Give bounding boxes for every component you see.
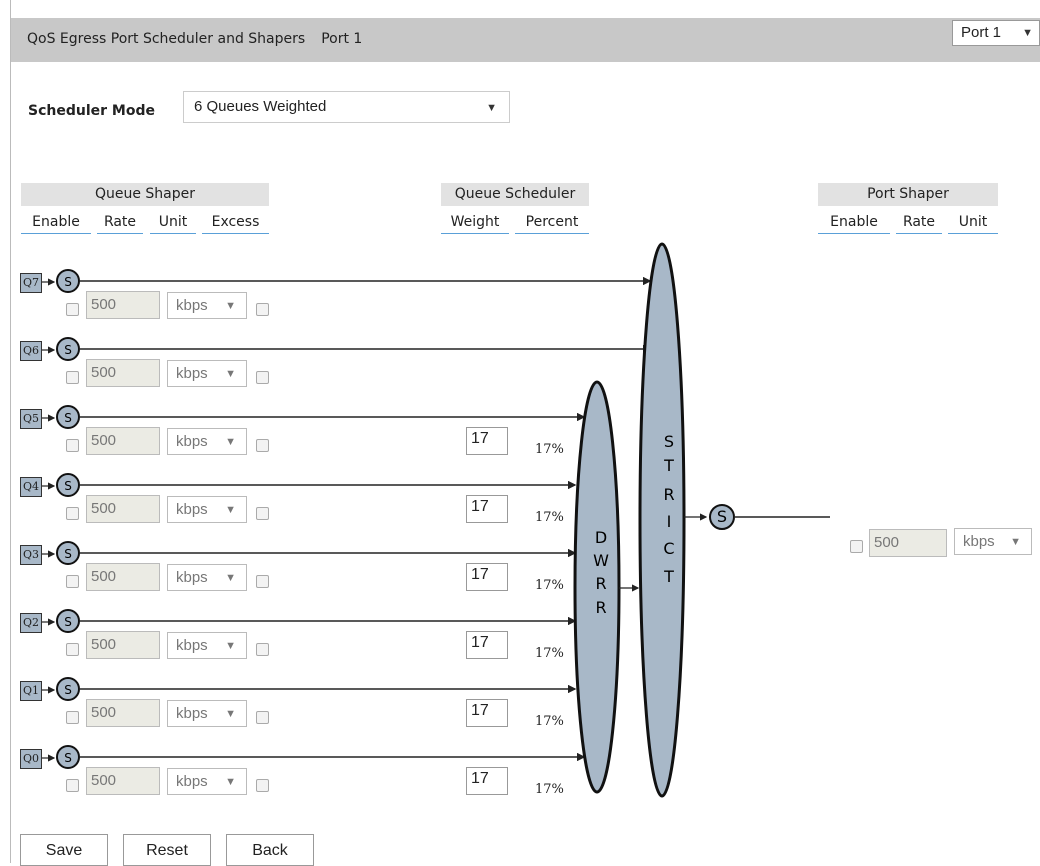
dwrr-letter: R: [595, 574, 606, 593]
queue-percent: 17%: [535, 578, 564, 593]
queue-shaper-unit-select[interactable]: kbps ▼: [167, 768, 247, 795]
port-shaper-enable-checkbox[interactable]: [850, 540, 863, 553]
queue-shaper-symbol: S: [64, 411, 72, 425]
chevron-down-icon: ▼: [225, 708, 236, 720]
queue-weight-input[interactable]: 17: [466, 427, 508, 455]
queue-shaper-enable-checkbox[interactable]: [66, 711, 79, 724]
queue-excess-checkbox[interactable]: [256, 779, 269, 792]
queue-shaper-unit-value: kbps: [176, 297, 208, 314]
chevron-down-icon: ▼: [225, 640, 236, 652]
queue-excess-checkbox[interactable]: [256, 643, 269, 656]
chevron-down-icon: ▼: [225, 572, 236, 584]
queue-shaper-rate-input[interactable]: 500: [86, 767, 160, 795]
queue-excess-checkbox[interactable]: [256, 575, 269, 588]
queue-label: Q0: [20, 749, 42, 769]
queue-shaper-unit-select[interactable]: kbps ▼: [167, 292, 247, 319]
queue-shaper-enable-checkbox[interactable]: [66, 575, 79, 588]
queue-weight-input[interactable]: 17: [466, 767, 508, 795]
queue-percent: 17%: [535, 510, 564, 525]
queue-shaper-unit-select[interactable]: kbps ▼: [167, 360, 247, 387]
save-button[interactable]: Save: [20, 834, 108, 866]
queue-label: Q6: [20, 341, 42, 361]
queue-shaper-enable-checkbox[interactable]: [66, 507, 79, 520]
queue-shaper-enable-checkbox[interactable]: [66, 779, 79, 792]
dwrr-letter: D: [595, 528, 607, 547]
strict-letter: T: [663, 456, 674, 475]
queue-shaper-unit-value: kbps: [176, 433, 208, 450]
strict-letter: S: [664, 432, 674, 451]
strict-letter: C: [663, 539, 674, 558]
queue-weight-input[interactable]: 17: [466, 631, 508, 659]
queue-shaper-unit-value: kbps: [176, 637, 208, 654]
queue-shaper-unit-select[interactable]: kbps ▼: [167, 632, 247, 659]
queue-shaper-symbol: S: [64, 343, 72, 357]
reset-button[interactable]: Reset: [123, 834, 211, 866]
queue-shaper-rate-input[interactable]: 500: [86, 563, 160, 591]
strict-ellipse: [638, 242, 686, 798]
queue-shaper-enable-checkbox[interactable]: [66, 303, 79, 316]
queue-shaper-unit-select[interactable]: kbps ▼: [167, 564, 247, 591]
queue-label: Q1: [20, 681, 42, 701]
port-shaper-unit-select[interactable]: kbps ▼: [954, 528, 1032, 555]
queue-shaper-unit-value: kbps: [176, 569, 208, 586]
queue-shaper-enable-checkbox[interactable]: [66, 643, 79, 656]
queue-weight-input[interactable]: 17: [466, 563, 508, 591]
queue-label: Q4: [20, 477, 42, 497]
queue-weight-input[interactable]: 17: [466, 699, 508, 727]
queue-shaper-unit-value: kbps: [176, 773, 208, 790]
port-shaper-symbol: S: [717, 507, 727, 526]
queue-shaper-unit-select[interactable]: kbps ▼: [167, 428, 247, 455]
queue-shaper-symbol: S: [64, 615, 72, 629]
queue-excess-checkbox[interactable]: [256, 371, 269, 384]
chevron-down-icon: ▼: [225, 368, 236, 380]
port-shaper-rate-input[interactable]: 500: [869, 529, 947, 557]
queue-percent: 17%: [535, 646, 564, 661]
queue-shaper-rate-input[interactable]: 500: [86, 495, 160, 523]
queue-excess-checkbox[interactable]: [256, 439, 269, 452]
queue-shaper-rate-input[interactable]: 500: [86, 631, 160, 659]
queue-shaper-unit-value: kbps: [176, 365, 208, 382]
strict-letter: R: [663, 485, 674, 504]
queue-shaper-unit-select[interactable]: kbps ▼: [167, 700, 247, 727]
queue-shaper-symbol: S: [64, 751, 72, 765]
queue-shaper-rate-input[interactable]: 500: [86, 291, 160, 319]
strict-letter: T: [663, 567, 674, 586]
queue-percent: 17%: [535, 782, 564, 797]
queue-shaper-unit-select[interactable]: kbps ▼: [167, 496, 247, 523]
dwrr-letter: W: [593, 551, 609, 570]
chevron-down-icon: ▼: [225, 300, 236, 312]
queue-shaper-symbol: S: [64, 683, 72, 697]
chevron-down-icon: ▼: [1010, 536, 1021, 548]
strict-letter: I: [667, 512, 672, 531]
queue-excess-checkbox[interactable]: [256, 711, 269, 724]
queue-shaper-rate-input[interactable]: 500: [86, 427, 160, 455]
queue-label: Q7: [20, 273, 42, 293]
chevron-down-icon: ▼: [225, 436, 236, 448]
dwrr-letter: R: [595, 598, 606, 617]
port-shaper-unit-value: kbps: [963, 533, 995, 550]
queue-label: Q5: [20, 409, 42, 429]
chevron-down-icon: ▼: [225, 504, 236, 516]
queue-percent: 17%: [535, 714, 564, 729]
queue-percent: 17%: [535, 442, 564, 457]
queue-weight-input[interactable]: 17: [466, 495, 508, 523]
queue-shaper-unit-value: kbps: [176, 501, 208, 518]
queue-shaper-symbol: S: [64, 547, 72, 561]
queue-label: Q3: [20, 545, 42, 565]
queue-label: Q2: [20, 613, 42, 633]
back-button[interactable]: Back: [226, 834, 314, 866]
queue-shaper-enable-checkbox[interactable]: [66, 371, 79, 384]
queue-excess-checkbox[interactable]: [256, 507, 269, 520]
queue-shaper-symbol: S: [64, 479, 72, 493]
queue-excess-checkbox[interactable]: [256, 303, 269, 316]
queue-shaper-rate-input[interactable]: 500: [86, 699, 160, 727]
queue-shaper-unit-value: kbps: [176, 705, 208, 722]
queue-shaper-enable-checkbox[interactable]: [66, 439, 79, 452]
queue-shaper-symbol: S: [64, 275, 72, 289]
queue-shaper-rate-input[interactable]: 500: [86, 359, 160, 387]
chevron-down-icon: ▼: [225, 776, 236, 788]
